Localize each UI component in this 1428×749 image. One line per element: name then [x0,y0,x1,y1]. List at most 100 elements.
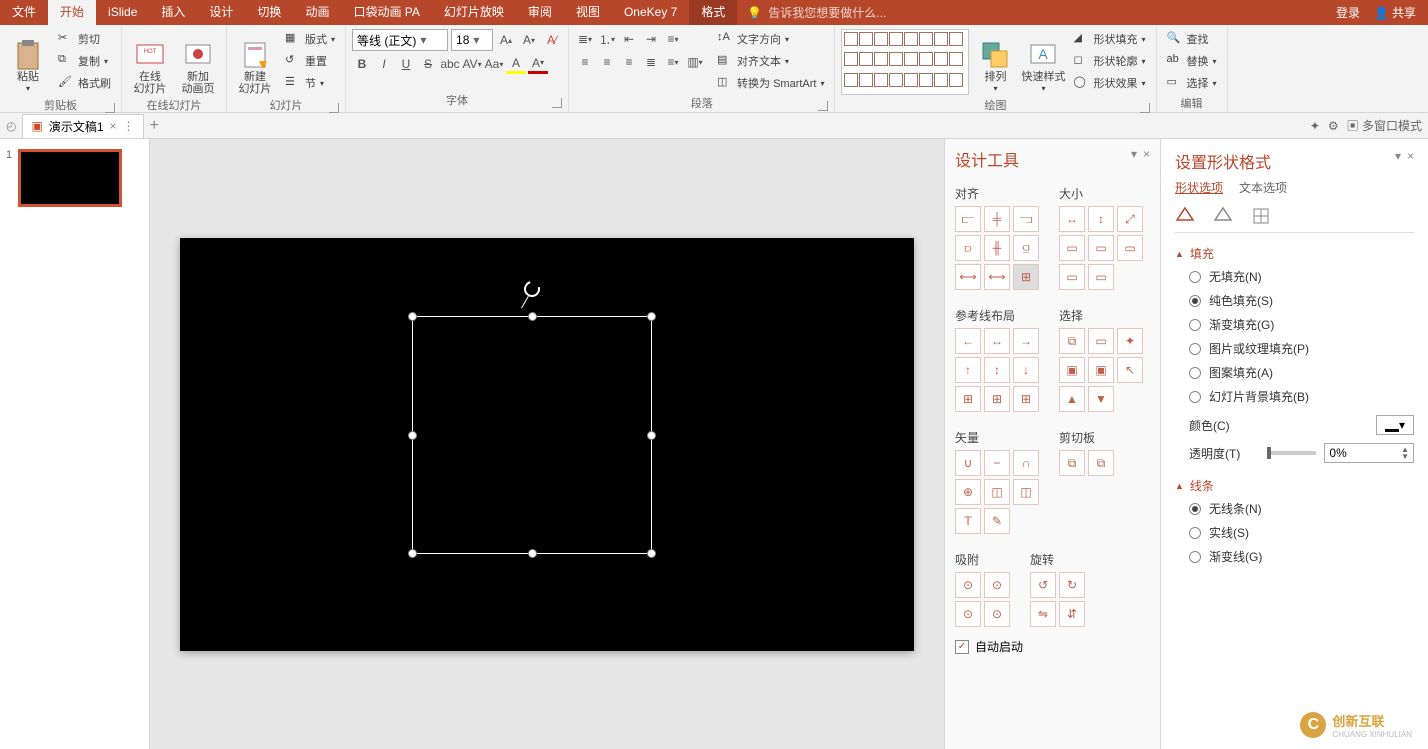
align-right-button[interactable]: ≡ [619,52,639,72]
align-text-button[interactable]: ▤对齐文本▾ [713,51,828,71]
tab-file[interactable]: 文件 [0,0,48,25]
auto-start-checkbox[interactable]: ✓ 自动启动 [955,638,1150,655]
paragraph-launcher[interactable] [818,101,828,111]
align-top-icon[interactable]: ⫐ [955,235,981,261]
strike-button[interactable]: S [418,54,438,74]
resize-handle-bm[interactable] [528,549,537,558]
pattern-fill-radio[interactable]: 图案填充(A) [1189,364,1414,381]
new-tab-button[interactable]: + [150,117,159,135]
union-icon[interactable]: ∪ [955,450,981,476]
effects-tab-icon[interactable] [1213,206,1233,226]
no-line-radio[interactable]: 无线条(N) [1189,500,1414,517]
gradient-line-radio[interactable]: 渐变线(G) [1189,548,1414,565]
bold-button[interactable]: B [352,54,372,74]
wand-icon[interactable]: ✦ [1310,119,1320,133]
increase-font-button[interactable]: A▴ [496,30,516,50]
copy-button[interactable]: ⧉复制▾ [54,51,115,71]
columns-button[interactable]: ▥▾ [685,52,705,72]
new-slide-button[interactable]: 新建 幻灯片 [233,29,277,95]
resize-handle-tr[interactable] [647,312,656,321]
slides-launcher[interactable] [329,103,339,113]
rotate-left-icon[interactable]: ↺ [1030,572,1056,598]
align-bottom-icon[interactable]: ⫑ [1013,235,1039,261]
arrange-button[interactable]: 排列▾ [973,29,1017,95]
shape-gallery[interactable] [841,29,969,95]
guide-center-icon[interactable]: ↔ [984,328,1010,354]
underline-button[interactable]: U [396,54,416,74]
replace-button[interactable]: ab替换▾ [1163,51,1221,71]
increase-indent-button[interactable]: ⇥ [641,29,661,49]
shape-options-tab[interactable]: 形状选项 [1175,179,1223,196]
online-slides-button[interactable]: HOT 在线 幻灯片 [128,29,172,95]
multi-window-button[interactable]: ▣ 多窗口模式 [1347,117,1422,134]
same-width-icon[interactable]: ↔ [1059,206,1085,232]
transparency-input[interactable]: 0%▲▼ [1324,443,1414,463]
guide-grid-2-icon[interactable]: ⊞ [984,386,1010,412]
find-button[interactable]: 🔍查找 [1163,29,1221,49]
tab-slideshow[interactable]: 幻灯片放映 [432,0,516,25]
shape-fill-button[interactable]: ◢形状填充▾ [1069,29,1149,49]
tell-me-search[interactable]: 💡 告诉我您想要做什么... [737,0,896,25]
paste-button[interactable]: 粘贴▾ [6,29,50,95]
line-section-header[interactable]: ▲线条 [1175,477,1414,494]
shadow-button[interactable]: abc [440,54,460,74]
font-name-combo[interactable]: 等线 (正文)▾ [352,29,448,51]
align-middle-icon[interactable]: ╫ [984,235,1010,261]
align-left-button[interactable]: ≡ [575,52,595,72]
tab-islide[interactable]: iSlide [96,0,149,25]
text-icon[interactable]: T [955,508,981,534]
subtract-icon[interactable]: − [984,450,1010,476]
share-button[interactable]: 👤共享 [1374,4,1416,21]
tab-format[interactable]: 格式 [689,0,737,25]
tab-transition[interactable]: 切换 [245,0,293,25]
guide-right-icon[interactable]: → [1013,328,1039,354]
fill-line-tab-icon[interactable] [1175,206,1195,226]
same-size-icon[interactable]: ⤢ [1117,206,1143,232]
select-back-icon[interactable]: ▼ [1088,386,1114,412]
format-panel-close[interactable]: × [1407,149,1414,163]
line-spacing-button[interactable]: ≡▾ [663,29,683,49]
snap-3-icon[interactable]: ⊙ [955,601,981,627]
text-direction-button[interactable]: ↕A文字方向▾ [713,29,828,49]
intersect-icon[interactable]: ∩ [1013,450,1039,476]
format-panel-dropdown[interactable]: ▾ [1395,149,1401,163]
italic-button[interactable]: I [374,54,394,74]
tab-insert[interactable]: 插入 [149,0,197,25]
new-anim-page-button[interactable]: 新加 动画页 [176,29,220,95]
clipboard-launcher[interactable] [105,103,115,113]
select-button[interactable]: ▭选择▾ [1163,73,1221,93]
size-icon-7[interactable]: ▭ [1059,264,1085,290]
bullets-button[interactable]: ≣▾ [575,29,595,49]
tab-animation[interactable]: 动画 [293,0,341,25]
snap-4-icon[interactable]: ⊙ [984,601,1010,627]
fragment-icon[interactable]: ◫ [984,479,1010,505]
snap-1-icon[interactable]: ⊙ [955,572,981,598]
distribute-grid-icon[interactable]: ⊞ [1013,264,1039,290]
size-icon-4[interactable]: ▭ [1059,235,1085,261]
resize-handle-ml[interactable] [408,431,417,440]
align-center-button[interactable]: ≡ [597,52,617,72]
cut-button[interactable]: ✂剪切 [54,29,115,49]
distribute-v-icon[interactable]: ⟷ [984,264,1010,290]
combine-icon[interactable]: ⊕ [955,479,981,505]
select-same-icon[interactable]: ⧉ [1059,328,1085,354]
transparency-slider[interactable] [1267,451,1317,455]
layout-button[interactable]: ▦版式▾ [281,29,339,49]
edit-points-icon[interactable]: ✎ [984,508,1010,534]
tab-view[interactable]: 视图 [564,0,612,25]
tab-onekey[interactable]: OneKey 7 [612,0,689,25]
tab-design[interactable]: 设计 [197,0,245,25]
guide-left-icon[interactable]: ← [955,328,981,354]
panel-close-button[interactable]: × [1143,147,1150,161]
decrease-font-button[interactable]: A▾ [519,30,539,50]
fill-section-header[interactable]: ▲填充 [1175,245,1414,262]
tab-review[interactable]: 审阅 [516,0,564,25]
panel-dropdown-icon[interactable]: ▾ [1131,147,1137,161]
smartart-button[interactable]: ◫转换为 SmartArt▾ [713,73,828,93]
solid-fill-radio[interactable]: 纯色填充(S) [1189,292,1414,309]
flip-h-icon[interactable]: ⇋ [1030,601,1056,627]
solid-line-radio[interactable]: 实线(S) [1189,524,1414,541]
slide-bg-fill-radio[interactable]: 幻灯片背景填充(B) [1189,388,1414,405]
compass-icon[interactable]: ◴ [6,119,16,133]
vector-6-icon[interactable]: ◫ [1013,479,1039,505]
